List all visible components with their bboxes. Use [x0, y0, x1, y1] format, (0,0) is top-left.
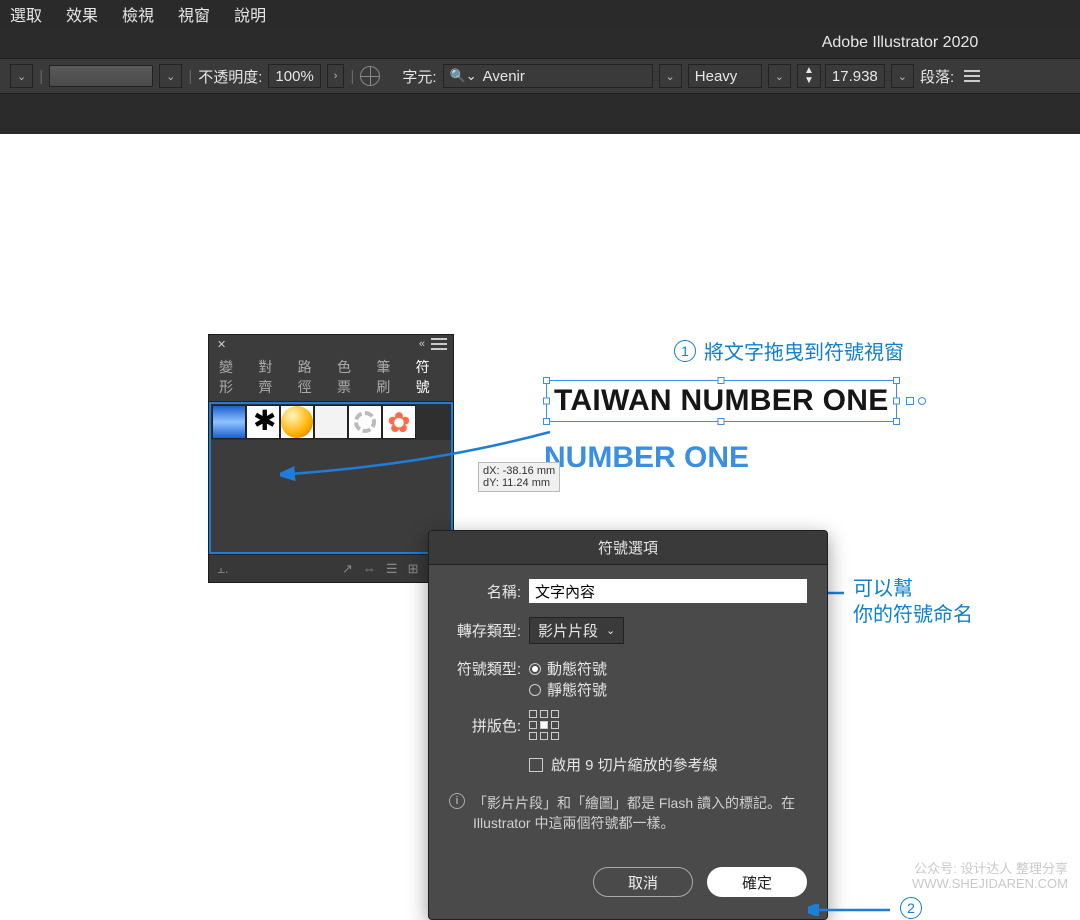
dialog-title: 符號選項: [429, 531, 827, 565]
export-type-label: 轉存類型:: [449, 620, 521, 641]
annotation-1-number: 1: [674, 340, 696, 362]
handle-bot-right[interactable]: [893, 418, 900, 425]
readout-dy: dY: 11.24 mm: [483, 477, 555, 489]
fill-preview[interactable]: [49, 65, 153, 87]
tab-pathfinder[interactable]: 路徑: [298, 357, 325, 397]
radio-dynamic[interactable]: [529, 663, 541, 675]
annotation-2-line1: 可以幫: [853, 578, 913, 600]
paragraph-options-icon[interactable]: [964, 70, 980, 82]
annotation-2-line2: 你的符號命名: [853, 604, 973, 626]
readout-dx: dX: -38.16 mm: [483, 465, 555, 477]
paragraph-label: 段落:: [920, 66, 954, 87]
font-weight-chevron[interactable]: ⌄: [768, 64, 791, 88]
symbol-ink-splat[interactable]: [246, 405, 280, 439]
symbol-ring[interactable]: [348, 405, 382, 439]
tab-align[interactable]: 對齊: [258, 357, 285, 397]
tab-brushes[interactable]: 筆刷: [376, 357, 403, 397]
symbol-type-label: 符號類型:: [449, 658, 521, 679]
handle-top-mid[interactable]: [718, 377, 725, 384]
char-label: 字元:: [402, 66, 436, 87]
annotation-1-text: 將文字拖曳到符號視窗: [704, 336, 904, 365]
ok-button[interactable]: 確定: [707, 867, 807, 897]
symbol-options-icon[interactable]: ☰: [386, 561, 398, 577]
app-titlebar: Adobe Illustrator 2020: [0, 28, 1080, 58]
opacity-value[interactable]: 100%: [268, 64, 320, 88]
dialog-info: i 「影片片段」和「繪圖」都是 Flash 讀入的標記。在 Illustrato…: [449, 789, 807, 841]
left-dropdown[interactable]: ⌄: [10, 64, 33, 88]
symbols-panel[interactable]: ✕ « 變形 對齊 路徑 色票 筆刷 符號 ✿ ⫠. ↗: [208, 334, 454, 583]
app-title: Adobe Illustrator 2020: [822, 34, 979, 52]
annotation-3: 2: [900, 897, 922, 919]
canvas[interactable]: ✕ « 變形 對齊 路徑 色票 筆刷 符號 ✿ ⫠. ↗: [0, 134, 1080, 898]
dialog-info-text: 「影片片段」和「繪圖」都是 Flash 讀入的標記。在 Illustrator …: [473, 793, 807, 833]
handle-bot-left[interactable]: [543, 418, 550, 425]
symbol-options-dialog[interactable]: 符號選項 名稱: 轉存類型: 影片片段⌄ 符號類型: 動態符號: [428, 530, 828, 920]
new-symbol-icon[interactable]: ⊞: [408, 561, 419, 577]
annotation-3-number: 2: [900, 897, 922, 919]
globe-icon[interactable]: [360, 66, 380, 86]
panel-footer: ⫠. ↗ ⇔ ☰ ⊞ 🗑: [209, 554, 453, 582]
annotation-2: 可以幫 你的符號命名: [853, 576, 973, 628]
symbol-blank[interactable]: [314, 405, 348, 439]
annotation-1: 1 將文字拖曳到符號視窗: [674, 336, 904, 365]
handle-bot-mid[interactable]: [718, 418, 725, 425]
symbol-library-icon[interactable]: ⫠.: [217, 561, 229, 577]
font-weight-field[interactable]: Heavy: [688, 64, 762, 88]
watermark: 公众号: 设计达人 整理分享 WWW.SHEJIDAREN.COM: [912, 861, 1068, 892]
place-symbol-icon[interactable]: ↗: [342, 561, 353, 577]
tab-symbols[interactable]: 符號: [416, 357, 443, 397]
slice-label: 啟用 9 切片縮放的參考線: [551, 754, 718, 775]
panel-hamburger-icon[interactable]: [431, 338, 447, 350]
font-name-chevron[interactable]: ⌄: [659, 64, 682, 88]
tab-transform[interactable]: 變形: [219, 357, 246, 397]
slice-checkbox[interactable]: [529, 758, 543, 772]
opacity-label: 不透明度:: [198, 66, 262, 87]
registration-grid[interactable]: [529, 710, 559, 740]
menubar: 選取 效果 檢視 視窗 說明: [0, 0, 1080, 28]
radio-dynamic-label: 動態符號: [547, 658, 607, 679]
symbol-swatches: ✿: [211, 404, 451, 440]
menu-help[interactable]: 說明: [234, 2, 266, 26]
symbol-gradient[interactable]: [212, 405, 246, 439]
tab-swatches[interactable]: 色票: [337, 357, 364, 397]
menu-window[interactable]: 視窗: [178, 2, 210, 26]
options-bar: ⌄ | ⌄ | 不透明度: 100% › | 字元: 🔍⌄ Avenir ⌄ H…: [0, 58, 1080, 94]
menu-effect[interactable]: 效果: [66, 2, 98, 26]
drag-readout: dX: -38.16 mm dY: 11.24 mm: [478, 462, 560, 492]
radio-static-label: 靜態符號: [547, 679, 607, 700]
fill-dropdown[interactable]: ⌄: [159, 64, 182, 88]
cancel-button[interactable]: 取消: [593, 867, 693, 897]
handle-mid-left[interactable]: [543, 398, 550, 405]
close-icon[interactable]: ✕: [217, 338, 226, 351]
radio-static[interactable]: [529, 684, 541, 696]
name-label: 名稱:: [449, 581, 521, 602]
outport-icon[interactable]: [906, 397, 914, 405]
menu-select[interactable]: 選取: [10, 2, 42, 26]
symbol-sphere[interactable]: [281, 406, 313, 438]
blank-band: [0, 94, 1080, 134]
symbol-flower[interactable]: ✿: [382, 405, 416, 439]
drag-ghost-text: NUMBER ONE: [544, 441, 749, 475]
font-name-field[interactable]: 🔍⌄ Avenir: [443, 64, 653, 88]
symbols-drop-area[interactable]: ✿: [209, 402, 453, 554]
handle-top-left[interactable]: [543, 377, 550, 384]
name-input[interactable]: [529, 579, 807, 603]
opacity-chevron[interactable]: ›: [327, 64, 345, 88]
export-type-select[interactable]: 影片片段⌄: [529, 617, 624, 644]
selection-frame: [546, 380, 897, 422]
text-object[interactable]: TAIWAN NUMBER ONE: [554, 384, 889, 418]
handle-mid-right[interactable]: [893, 398, 900, 405]
break-link-icon[interactable]: ⇔: [363, 561, 376, 576]
panel-menu-icon[interactable]: «: [419, 338, 425, 350]
anchor-icon[interactable]: [918, 397, 926, 405]
registration-label: 拼版色:: [449, 715, 521, 736]
font-size-stepper[interactable]: ▲▼ 17.938: [797, 64, 885, 88]
menu-view[interactable]: 檢視: [122, 2, 154, 26]
font-size-chevron[interactable]: ⌄: [891, 64, 914, 88]
panel-tabs: 變形 對齊 路徑 色票 筆刷 符號: [209, 353, 453, 402]
search-icon: 🔍⌄: [450, 68, 477, 84]
info-icon: i: [449, 793, 465, 809]
handle-top-right[interactable]: [893, 377, 900, 384]
